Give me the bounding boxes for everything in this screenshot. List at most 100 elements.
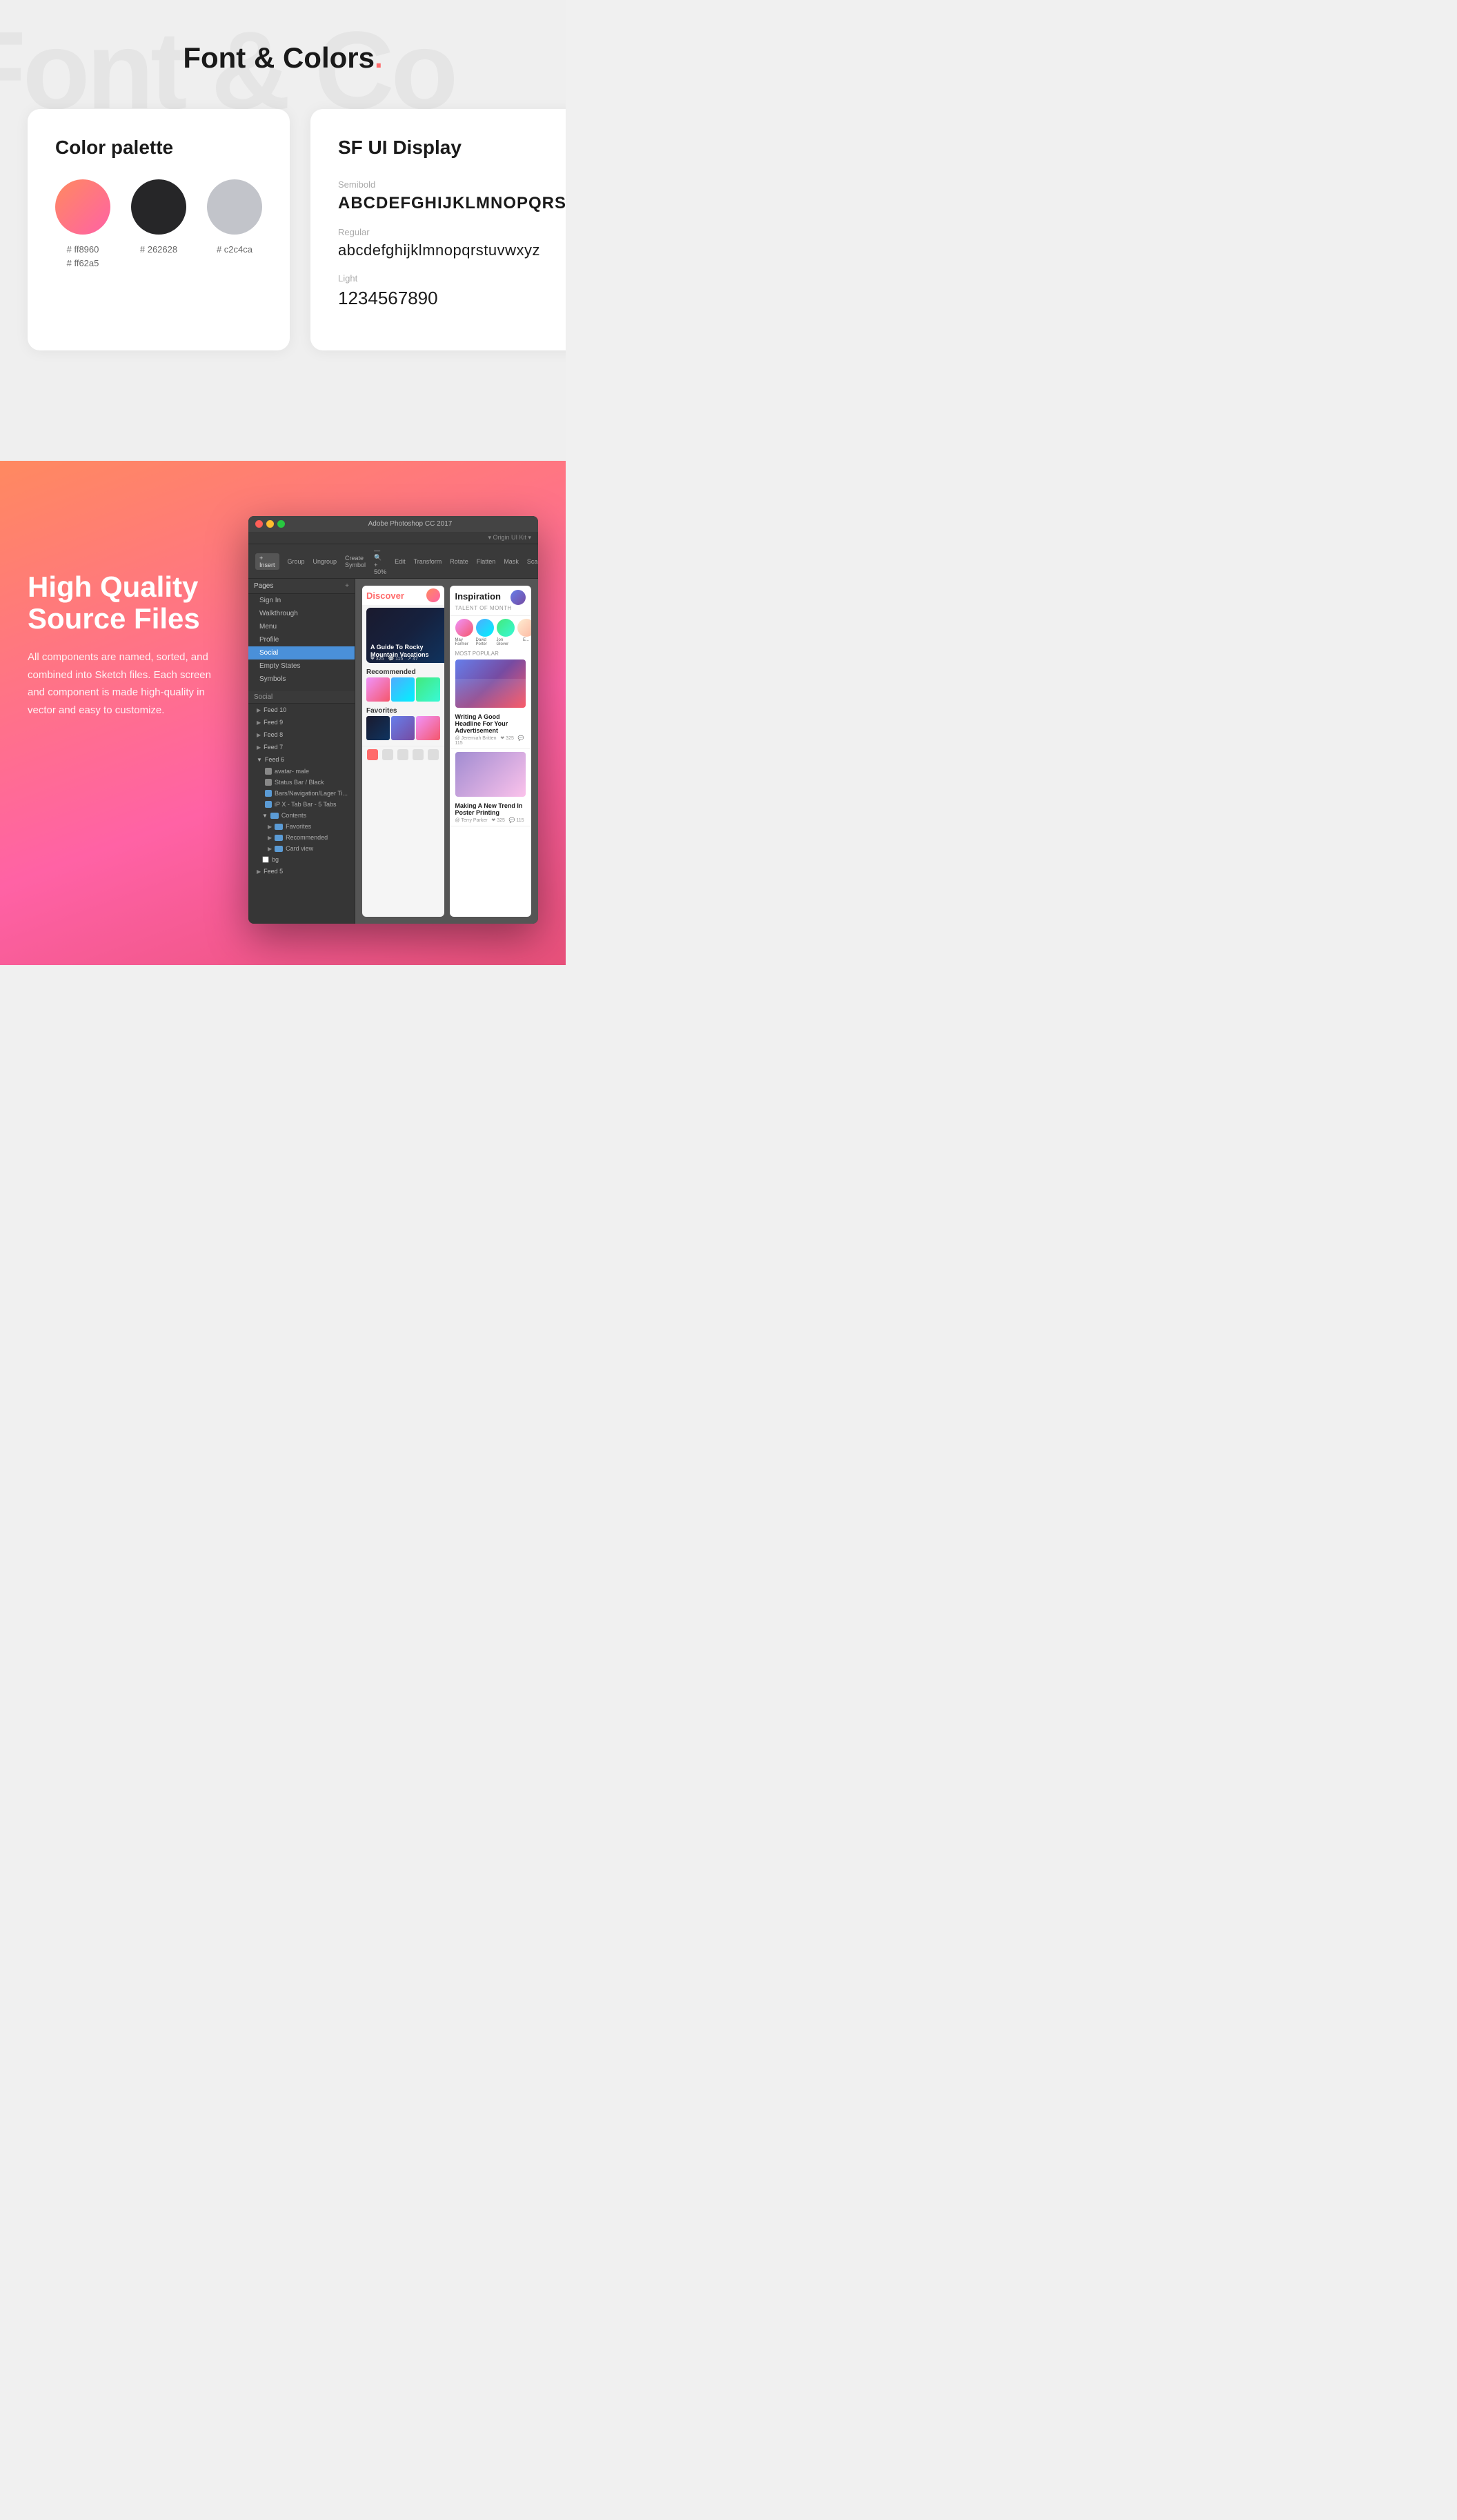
- ps-title-text: Adobe Photoshop CC 2017: [289, 520, 531, 528]
- cards-row: Color palette # ff8960# ff62a5 # 262628 …: [28, 109, 538, 350]
- talent-avatar-3: [497, 619, 515, 637]
- ps-kit-label: ▾ Origin UI Kit ▾: [488, 534, 531, 542]
- grid-item-3: [416, 677, 439, 702]
- page-social[interactable]: Social: [248, 646, 355, 659]
- social-section-header: Social: [248, 691, 355, 704]
- font-regular-section: Regular abcdefghijklmnopqrstuvwxyz: [338, 227, 566, 259]
- layer-bars-nav[interactable]: Bars/Navigation/Lager Ti...: [248, 788, 355, 799]
- font-colors-section: Font & Co Font & Colors. Color palette #…: [0, 0, 566, 406]
- swatch-dark: # 262628: [131, 179, 186, 270]
- layer-feed8[interactable]: ▶ Feed 8: [248, 728, 355, 741]
- ps-sidebar: Pages + Sign In Walkthrough Menu Profile…: [248, 579, 355, 924]
- layer-feed9[interactable]: ▶ Feed 9: [248, 716, 355, 728]
- feed-featured-img: A Guide To RockyMountain Vacations ❤ 325…: [366, 608, 444, 663]
- ps-kit-bar: ▾ Origin UI Kit ▾: [248, 532, 538, 544]
- layer-feed10[interactable]: ▶ Feed 10: [248, 704, 355, 716]
- color-swatches: # ff8960# ff62a5 # 262628 # c2c4ca: [55, 179, 262, 270]
- phone-feed6: Discover A Guide To RockyMountain Vacati…: [362, 586, 444, 917]
- insert-btn[interactable]: + Insert: [255, 553, 279, 570]
- insp-popular-label: MOST POPULAR: [450, 649, 532, 658]
- pages-panel-header: Pages +: [248, 579, 355, 594]
- insp-article-1: Writing A Good Headline For Your Adverti…: [450, 711, 532, 749]
- layer-avatar-male[interactable]: avatar- male: [248, 766, 355, 777]
- page-profile[interactable]: Profile: [248, 633, 355, 646]
- color-palette-card: Color palette # ff8960# ff62a5 # 262628 …: [28, 109, 290, 350]
- font-semibold-label: Semibold: [338, 179, 566, 190]
- source-description: All components are named, sorted, and co…: [28, 648, 221, 719]
- layer-status-bar[interactable]: Status Bar / Black: [248, 777, 355, 788]
- tab-icon-1: [367, 749, 378, 760]
- page-empty-states[interactable]: Empty States: [248, 659, 355, 673]
- swatch-gradient: # ff8960# ff62a5: [55, 179, 110, 270]
- font-regular-text: abcdefghijklmnopqrstuvwxyz: [338, 241, 566, 259]
- talent-3: Jon Glover: [497, 619, 515, 646]
- page-sign-in[interactable]: Sign In: [248, 594, 355, 607]
- insp-chart: [455, 659, 526, 708]
- sf-ui-card: SF UI Display Semibold ABCDEFGHIJKLMNOPQ…: [310, 109, 566, 350]
- fav-item-1: [366, 716, 390, 740]
- swatch-label-gradient: # ff8960# ff62a5: [67, 243, 99, 270]
- ps-body: Pages + Sign In Walkthrough Menu Profile…: [248, 579, 538, 924]
- page-walkthrough[interactable]: Walkthrough: [248, 607, 355, 620]
- talent-4: E...: [517, 619, 532, 646]
- layer-feed6[interactable]: ▼ Feed 6: [248, 753, 355, 766]
- insp-chart-wave: [455, 679, 526, 708]
- insp-talent-row: May Farmer David Porter Jon Glover: [450, 616, 532, 649]
- page-menu[interactable]: Menu: [248, 620, 355, 633]
- insp-article-2: Making A New Trend In Poster Printing @ …: [450, 800, 532, 826]
- layer-card-view[interactable]: ▶ Card view: [248, 843, 355, 854]
- flatten-label[interactable]: Flatten: [477, 558, 496, 565]
- layer-recommended[interactable]: ▶ Recommended: [248, 832, 355, 843]
- layer-favorites[interactable]: ▶ Favorites: [248, 821, 355, 832]
- grid-item-1: [366, 677, 390, 702]
- rotate-label[interactable]: Rotate: [450, 558, 468, 565]
- font-light-label: Light: [338, 273, 566, 284]
- discover-title: Discover: [366, 591, 404, 601]
- font-semibold-section: Semibold ABCDEFGHIJKLMNOPQRSTUVWXYZ: [338, 179, 566, 213]
- source-section: High Quality Source Files All components…: [0, 461, 566, 965]
- tl-red[interactable]: [255, 520, 263, 528]
- edit-label[interactable]: Edit: [395, 558, 406, 565]
- create-symbol-label[interactable]: Create Symbol: [345, 555, 366, 568]
- font-light-text: 1234567890: [338, 288, 566, 309]
- group-label[interactable]: Group: [288, 558, 305, 565]
- tab-icon-4: [413, 749, 424, 760]
- swatch-light: # c2c4ca: [207, 179, 262, 270]
- tl-yellow[interactable]: [266, 520, 274, 528]
- layer-contents[interactable]: ▼ Contents: [248, 810, 355, 821]
- font-semibold-text: ABCDEFGHIJKLMNOPQRSTUVWXYZ: [338, 194, 566, 213]
- zoom-label: — 🔍 + 50%: [374, 547, 386, 575]
- layer-bg[interactable]: bg: [248, 854, 355, 865]
- sf-ui-title: SF UI Display: [338, 137, 566, 159]
- insp-chart2: [455, 752, 526, 797]
- scale-label[interactable]: Scale: [527, 558, 538, 565]
- tab-icon-5: [428, 749, 439, 760]
- ungroup-label[interactable]: Ungroup: [313, 558, 337, 565]
- ps-toolbar: + Insert Group Ungroup Create Symbol — 🔍…: [248, 544, 538, 579]
- fav-item-3: [416, 716, 439, 740]
- pages-add-btn[interactable]: +: [345, 582, 349, 590]
- talent-avatar-4: [517, 619, 532, 637]
- insp-talent-label: TALENT OF MONTH: [455, 605, 526, 611]
- mask-label[interactable]: Mask: [504, 558, 519, 565]
- color-palette-title: Color palette: [55, 137, 262, 159]
- talent-avatar-2: [476, 619, 494, 637]
- insp-article-1-title: Writing A Good Headline For Your Adverti…: [455, 713, 526, 734]
- font-regular-label: Regular: [338, 227, 566, 237]
- talent-2: David Porter: [476, 619, 494, 646]
- tab-icon-3: [397, 749, 408, 760]
- transform-label[interactable]: Transform: [414, 558, 442, 565]
- spacer: [0, 406, 566, 461]
- insp-article-2-meta: @ Terry Parker ❤ 325 💬 115: [455, 817, 526, 823]
- talent-1: May Farmer: [455, 619, 473, 646]
- page-symbols[interactable]: Symbols: [248, 673, 355, 686]
- layer-feed5[interactable]: ▶ Feed 5: [248, 865, 355, 877]
- ps-window: Adobe Photoshop CC 2017 ▾ Origin UI Kit …: [248, 516, 538, 924]
- section-title: Font & Colors.: [28, 41, 538, 75]
- ps-traffic-lights: [255, 520, 285, 528]
- layer-feed7[interactable]: ▶ Feed 7: [248, 741, 355, 753]
- tl-green[interactable]: [277, 520, 285, 528]
- swatch-circle-light: [207, 179, 262, 235]
- tab-icon-2: [382, 749, 393, 760]
- layer-tab-bar[interactable]: iP X - Tab Bar - 5 Tabs: [248, 799, 355, 810]
